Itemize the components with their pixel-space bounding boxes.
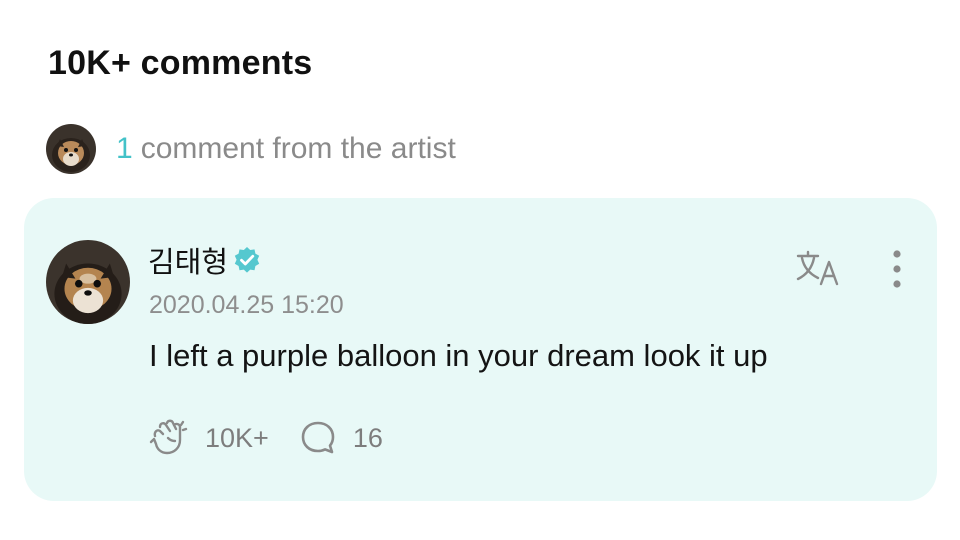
- verified-badge-icon: [232, 245, 262, 275]
- author-avatar[interactable]: [46, 240, 130, 324]
- comment-card: 김태형 2020.04.25 15:20 I left a purple bal…: [24, 198, 937, 501]
- comment-timestamp: 2020.04.25 15:20: [149, 291, 344, 319]
- comments-count-title: 10K+ comments: [48, 44, 313, 82]
- more-vertical-icon[interactable]: [884, 246, 910, 292]
- cheer-hand-icon: [149, 418, 189, 458]
- speech-bubble-icon: [299, 419, 337, 457]
- artist-comments-link[interactable]: 1 comment from the artist: [46, 124, 456, 174]
- comment-actions: 10K+ 16: [149, 418, 383, 458]
- artist-comment-label: comment from the artist: [140, 132, 456, 165]
- reply-button[interactable]: 16: [299, 419, 383, 457]
- comments-page: 10K+ comments 1 comment from the artist: [0, 0, 960, 540]
- like-count: 10K+: [205, 422, 269, 453]
- artist-comment-count: 1: [116, 132, 133, 165]
- like-button[interactable]: 10K+: [149, 418, 269, 458]
- artist-avatar-small: [46, 124, 96, 174]
- translate-icon[interactable]: [794, 248, 844, 288]
- comment-text: I left a purple balloon in your dream lo…: [149, 338, 768, 373]
- author-row: 김태형: [148, 240, 262, 280]
- reply-count: 16: [352, 422, 383, 453]
- author-name[interactable]: 김태형: [148, 239, 228, 281]
